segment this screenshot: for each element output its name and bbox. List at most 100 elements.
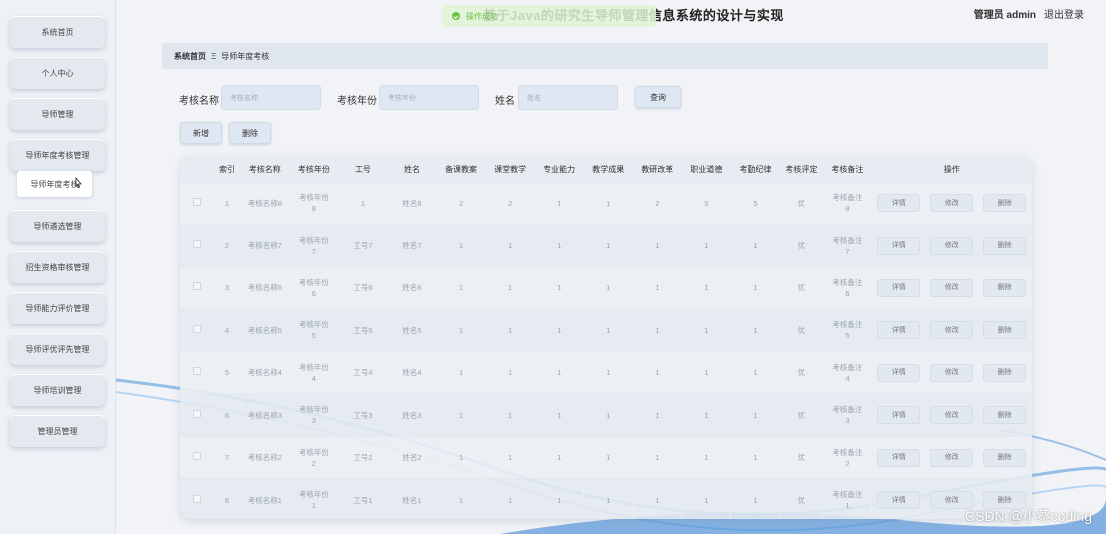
table-cell: 工号7 [338, 223, 388, 267]
search-input-person[interactable]: 姓名 [518, 85, 618, 110]
detail-button[interactable]: 详情 [877, 448, 921, 467]
delete-button[interactable]: 删除 [983, 406, 1027, 425]
table-cell: 优 [779, 223, 824, 267]
row-actions-cell: 详情 修改 删除 [871, 308, 1032, 352]
row-checkbox[interactable] [192, 367, 201, 376]
table-cell: 3 [213, 266, 241, 310]
sidebar-item-tutor[interactable]: 导师管理 [10, 98, 105, 130]
table-cell: 1 [436, 308, 487, 352]
edit-button[interactable]: 修改 [930, 236, 974, 255]
search-input-name[interactable]: 考核名称 [221, 85, 321, 110]
table-cell: 1 [436, 266, 487, 310]
table-cell: 优 [779, 351, 824, 394]
review-table: 索引 考核名称 考核年份 工号 姓名 备课教案 课堂教学 专业能力 教学成果 教研改革 职业道德 考勤… [180, 157, 1032, 519]
edit-button[interactable]: 修改 [930, 406, 974, 425]
row-checkbox[interactable] [192, 282, 201, 291]
row-select-cell [180, 478, 215, 519]
detail-button[interactable]: 详情 [877, 236, 921, 255]
add-button[interactable]: 新增 [180, 122, 222, 144]
detail-button[interactable]: 详情 [877, 321, 921, 340]
breadcrumb-home[interactable]: 系统首页 [174, 51, 206, 62]
edit-button[interactable]: 修改 [930, 448, 974, 467]
edit-button[interactable]: 修改 [930, 278, 974, 297]
table-header-cell: 考核年份 [297, 164, 330, 174]
table-header-cell: 考勤纪律 [739, 164, 772, 174]
table-cell: 1 [436, 435, 487, 479]
table-cell: 考核名称2 [240, 435, 290, 479]
row-checkbox[interactable] [192, 197, 201, 206]
row-checkbox[interactable] [192, 452, 201, 461]
table-row: 1 考核名称8 考核年份8 1 姓名8 2 2 1 1 2 5 5 优考核备注8 详情 修改 删除 [180, 181, 1032, 225]
current-user: 管理员 admin [973, 10, 1036, 21]
row-checkbox[interactable] [192, 494, 201, 503]
detail-button[interactable]: 详情 [877, 278, 921, 297]
delete-button[interactable]: 删除 [983, 363, 1027, 382]
row-actions-cell: 详情 修改 删除 [871, 435, 1032, 479]
table-cell: 1 [534, 478, 585, 519]
row-select-cell [180, 181, 215, 225]
delete-button[interactable]: 删除 [983, 236, 1027, 255]
table-cell: 1 [534, 223, 585, 267]
edit-button[interactable]: 修改 [930, 194, 974, 213]
table-row: 3 考核名称6 考核年份6 工号6 姓名6 1 1 1 1 1 1 1 优考核备注6 详情 修改 删除 [180, 266, 1032, 310]
delete-button[interactable]: 删除 [983, 278, 1027, 297]
delete-button[interactable]: 删除 [983, 321, 1027, 340]
search-input-year[interactable]: 考核年份 [379, 85, 479, 110]
table-header-cell: 备课教案 [445, 164, 478, 174]
sidebar-item-admin[interactable]: 管理员管理 [10, 415, 105, 447]
sidebar-item-excellence[interactable]: 导师评优评先管理 [10, 333, 105, 365]
table-cell: 1 [730, 223, 781, 267]
table-cell: 1 [681, 223, 732, 267]
table-cell: 1 [485, 435, 536, 479]
table-cell: 1 [534, 308, 585, 352]
table-cell: 考核年份3 [289, 393, 339, 437]
row-select-cell [180, 308, 215, 352]
table-cell: 1 [534, 351, 585, 394]
row-checkbox[interactable] [192, 324, 201, 333]
delete-button[interactable]: 删除 [983, 448, 1027, 467]
search-label-name: 考核名称 [179, 96, 219, 107]
table-header-cell: 课堂教学 [494, 164, 527, 174]
row-actions-cell: 详情 修改 删除 [871, 351, 1032, 394]
sidebar-item-qualification[interactable]: 招生资格审核管理 [10, 251, 105, 283]
sidebar-item-training[interactable]: 导师培训管理 [10, 374, 105, 406]
batch-delete-button[interactable]: 删除 [229, 122, 271, 144]
sidebar-item-profile[interactable]: 个人中心 [10, 57, 105, 89]
table-header-cell: 专业能力 [543, 164, 576, 174]
table-header-cell: 考核备注 [831, 164, 864, 174]
detail-button[interactable]: 详情 [877, 406, 921, 425]
table-cell: 姓名1 [387, 478, 438, 519]
table-cell: 考核年份4 [289, 351, 339, 394]
query-button[interactable]: 查询 [635, 86, 681, 108]
table-cell: 考核备注3 [822, 393, 873, 437]
detail-button[interactable]: 详情 [877, 194, 921, 213]
row-select-cell [180, 223, 215, 267]
edit-button[interactable]: 修改 [930, 321, 974, 340]
sidebar-item-home[interactable]: 系统首页 [10, 16, 105, 48]
row-checkbox[interactable] [192, 240, 201, 249]
table-cell: 1 [681, 435, 732, 479]
table-header-cell: 工号 [354, 164, 371, 174]
table-cell: 考核年份1 [289, 478, 339, 519]
logout-link[interactable]: 退出登录 [1044, 6, 1084, 21]
detail-button[interactable]: 详情 [877, 491, 921, 510]
table-cell: 1 [534, 181, 585, 225]
row-checkbox[interactable] [192, 409, 201, 418]
edit-button[interactable]: 修改 [930, 363, 974, 382]
sidebar-item-annual-review[interactable]: 导师年度考核管理 [10, 139, 105, 171]
sidebar-item-ability[interactable]: 导师能力评价管理 [10, 292, 105, 324]
table-cell: 4 [213, 308, 241, 352]
table-cell: 1 [730, 266, 781, 310]
detail-button[interactable]: 详情 [877, 363, 921, 382]
table-cell: 优 [779, 266, 824, 310]
table-cell: 考核备注1 [822, 478, 873, 519]
delete-button[interactable]: 删除 [983, 194, 1027, 213]
table-row: 8 考核名称1 考核年份1 工号1 姓名1 1 1 1 1 1 1 1 优考核备注1 详情 修改 删除 [180, 478, 1032, 519]
row-select-cell [180, 435, 215, 479]
table-cell: 考核名称1 [240, 478, 290, 519]
table-cell: 1 [485, 393, 536, 437]
table-cell: 6 [213, 393, 241, 437]
sidebar-item-selection[interactable]: 导师遴选管理 [10, 210, 105, 242]
table-cell: 工号1 [338, 478, 388, 519]
table-cell: 姓名3 [387, 393, 438, 437]
